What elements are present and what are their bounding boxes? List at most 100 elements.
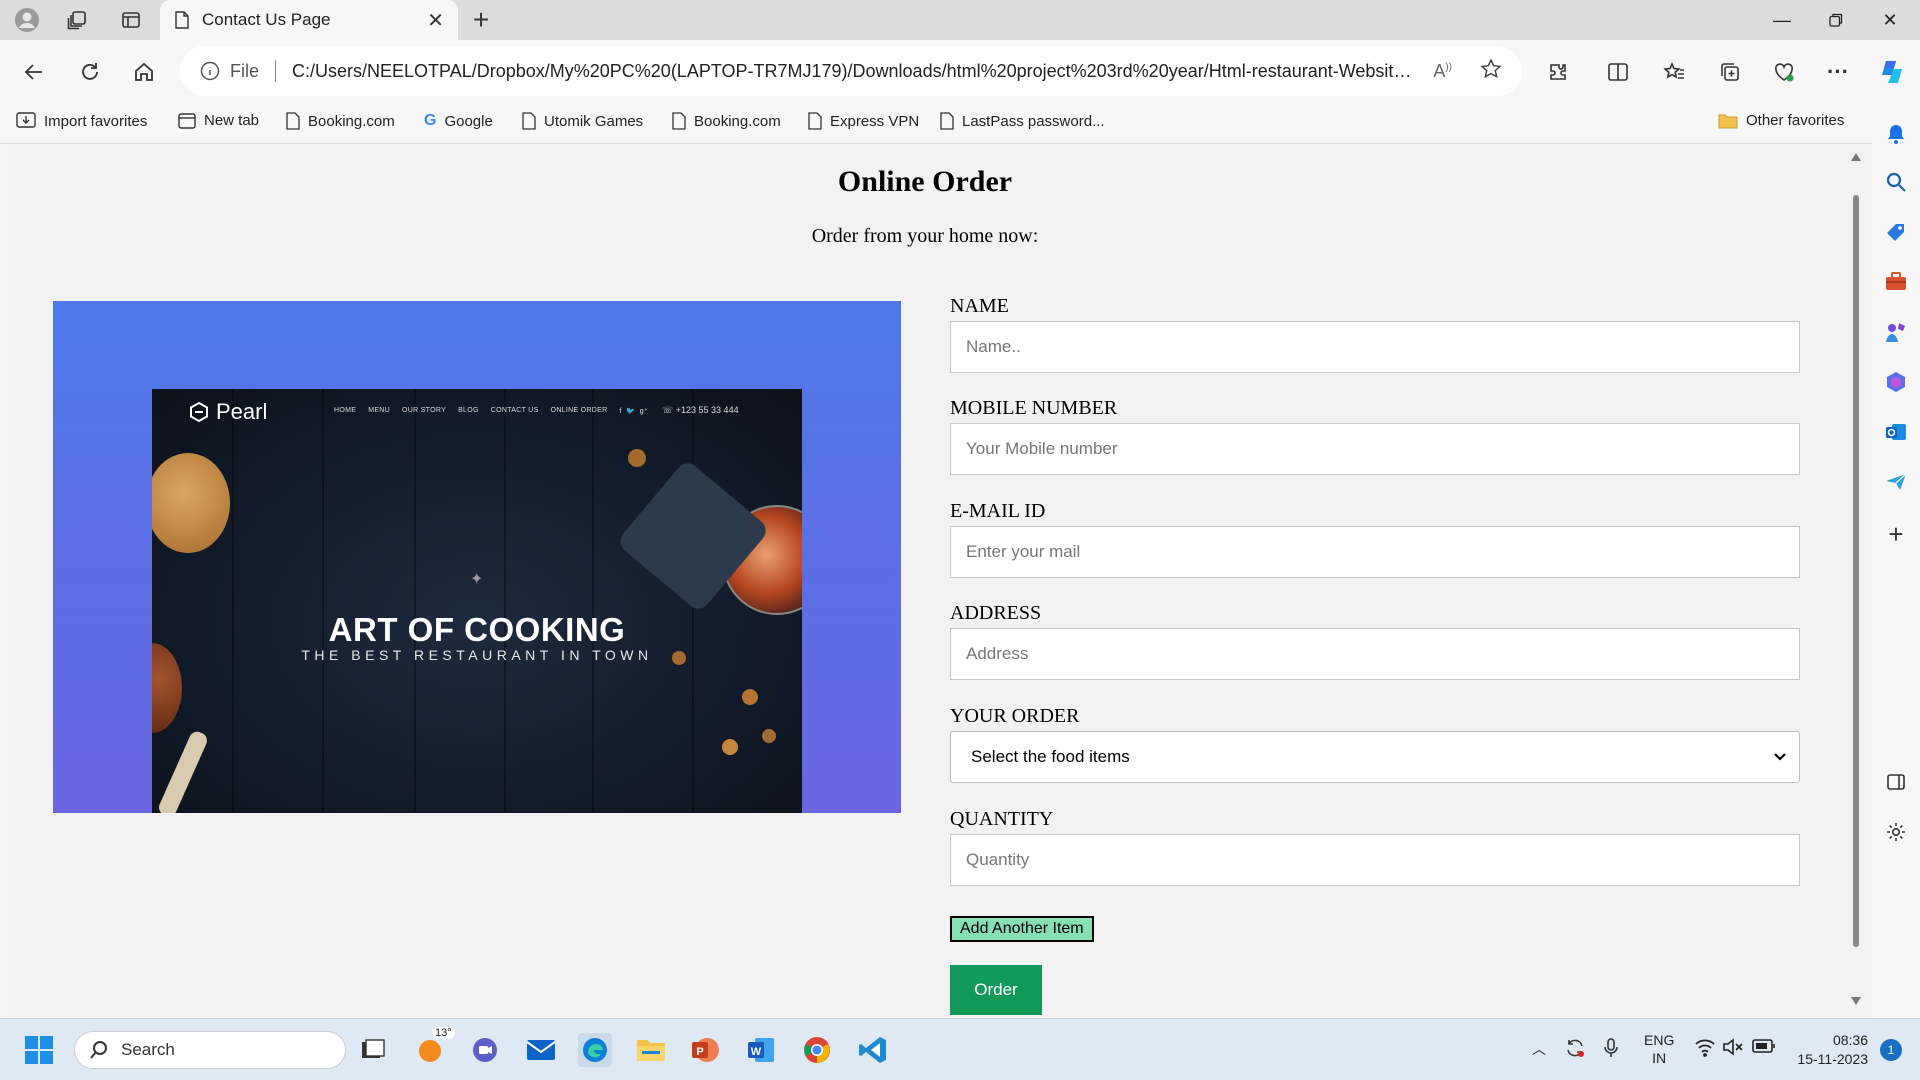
home-icon[interactable] xyxy=(124,52,164,92)
restore-icon[interactable] xyxy=(1806,0,1866,40)
bookmark-import-favorites[interactable]: Import favorites xyxy=(16,112,147,130)
tools-icon[interactable] xyxy=(1880,266,1912,298)
bookmark-lastpass[interactable]: LastPass password... xyxy=(940,112,1105,130)
address-input[interactable] xyxy=(950,628,1800,680)
acorn-image xyxy=(762,729,776,743)
chrome-icon[interactable] xyxy=(800,1033,834,1067)
add-another-item-button[interactable]: Add Another Item xyxy=(950,916,1094,942)
bookmark-utomik[interactable]: Utomik Games xyxy=(522,112,643,130)
bookmarks-bar: Import favorites New tab Booking.com G G… xyxy=(0,102,1920,144)
outlook-icon[interactable] xyxy=(1880,416,1912,448)
scroll-down-icon[interactable] xyxy=(1851,997,1861,1005)
food-select[interactable]: Select the food items xyxy=(950,731,1800,783)
page-subtitle: Order from your home now: xyxy=(811,225,1039,247)
tab-title: Contact Us Page xyxy=(202,10,331,29)
sync-icon[interactable] xyxy=(1564,1037,1586,1062)
navigation-bar: File C:/Users/NEELOTPAL/Dropbox/My%20PC%… xyxy=(0,40,1920,102)
workspaces-icon[interactable] xyxy=(62,6,92,34)
page-icon xyxy=(672,112,686,130)
task-view-icon[interactable] xyxy=(356,1033,390,1067)
word-icon[interactable]: W xyxy=(744,1033,778,1067)
edge-icon[interactable] xyxy=(578,1033,612,1067)
hero-logo: Pearl xyxy=(188,399,267,425)
bookmark-booking-2[interactable]: Booking.com xyxy=(672,112,781,130)
close-window-icon[interactable]: ✕ xyxy=(1860,0,1920,40)
battery-icon[interactable] xyxy=(1752,1038,1776,1057)
hero-nav-item: BLOG xyxy=(458,407,479,414)
acorn-image xyxy=(628,449,646,467)
page-icon xyxy=(522,112,536,130)
scroll-thumb[interactable] xyxy=(1853,195,1859,947)
email-input[interactable] xyxy=(950,526,1800,578)
close-tab-icon[interactable]: ✕ xyxy=(427,8,444,33)
copilot-icon[interactable] xyxy=(1872,52,1912,92)
taskbar-search[interactable]: Search xyxy=(74,1031,346,1069)
file-explorer-icon[interactable] xyxy=(634,1033,668,1067)
bookmark-google[interactable]: G Google xyxy=(424,112,493,130)
games-icon[interactable] xyxy=(1880,316,1912,348)
hero-tagline: THE BEST RESTAURANT IN TOWN xyxy=(301,647,653,663)
weather-icon[interactable]: 13° xyxy=(414,1027,455,1067)
refresh-icon[interactable] xyxy=(70,52,110,92)
volume-muted-icon[interactable] xyxy=(1722,1037,1744,1060)
address-bar[interactable]: File C:/Users/NEELOTPAL/Dropbox/My%20PC%… xyxy=(180,46,1522,96)
restaurant-image: Pearl HOME MENU OUR STORY BLOG CONTACT U… xyxy=(152,389,802,813)
extensions-icon[interactable] xyxy=(1538,52,1578,92)
mobile-input[interactable] xyxy=(950,423,1800,475)
antler-image xyxy=(156,729,210,813)
page-icon xyxy=(286,112,300,130)
teams-chat-icon[interactable] xyxy=(468,1033,502,1067)
bookmark-express-vpn[interactable]: Express VPN xyxy=(808,112,919,130)
bookmark-label: Other favorites xyxy=(1746,112,1845,129)
send-icon[interactable] xyxy=(1880,466,1912,498)
settings-gear-icon[interactable] xyxy=(1880,816,1912,848)
url-text[interactable]: C:/Users/NEELOTPAL/Dropbox/My%20PC%20(LA… xyxy=(292,61,1415,82)
taskbar-search-label: Search xyxy=(121,1040,175,1059)
bookmark-new-tab[interactable]: New tab xyxy=(178,112,259,129)
edge-sidebar: + xyxy=(1872,102,1920,1018)
page-scrollbar[interactable] xyxy=(1846,145,1866,1018)
language-indicator[interactable]: ENG IN xyxy=(1644,1031,1674,1067)
profile-icon[interactable] xyxy=(12,6,42,34)
shopping-icon[interactable] xyxy=(1880,216,1912,248)
favorite-star-icon[interactable] xyxy=(1480,57,1502,85)
powerpoint-icon[interactable]: P xyxy=(688,1033,722,1067)
active-tab[interactable]: Contact Us Page ✕ xyxy=(160,0,458,40)
cookie-image xyxy=(152,453,230,553)
minimize-icon[interactable]: — xyxy=(1752,0,1812,40)
scroll-up-icon[interactable] xyxy=(1851,153,1861,161)
bookmark-label: Booking.com xyxy=(308,112,395,130)
site-info[interactable]: File xyxy=(200,61,259,82)
bookmark-booking[interactable]: Booking.com xyxy=(286,112,395,130)
back-icon[interactable] xyxy=(14,52,54,92)
name-input[interactable] xyxy=(950,321,1800,373)
mail-icon[interactable] xyxy=(524,1033,558,1067)
favorites-icon[interactable] xyxy=(1654,52,1694,92)
social-icons: f 🐦 g⁺ xyxy=(619,408,648,415)
microphone-icon[interactable] xyxy=(1602,1037,1620,1062)
bookmark-other-favorites[interactable]: Other favorites xyxy=(1718,112,1844,129)
microsoft-365-icon[interactable] xyxy=(1880,366,1912,398)
new-tab-icon[interactable]: + xyxy=(466,4,496,35)
read-aloud-icon[interactable]: A)) xyxy=(1433,61,1452,82)
more-options-icon[interactable]: ··· xyxy=(1818,52,1858,92)
collections-icon[interactable] xyxy=(1710,52,1750,92)
notifications-icon[interactable] xyxy=(1880,118,1912,150)
hide-sidebar-icon[interactable] xyxy=(1880,766,1912,798)
hero-phone-number: +123 55 33 444 xyxy=(675,405,739,415)
order-button[interactable]: Order xyxy=(950,965,1042,1015)
wifi-icon[interactable] xyxy=(1694,1037,1716,1060)
tab-actions-icon[interactable] xyxy=(116,6,146,34)
browser-essentials-icon[interactable] xyxy=(1764,52,1804,92)
bookmark-label: New tab xyxy=(204,112,260,129)
start-icon[interactable] xyxy=(22,1033,56,1067)
split-screen-icon[interactable] xyxy=(1598,52,1638,92)
notification-badge[interactable]: 1 xyxy=(1880,1039,1902,1061)
search-icon[interactable] xyxy=(1880,166,1912,198)
hero-nav-item: ONLINE ORDER xyxy=(550,407,608,414)
quantity-input[interactable] xyxy=(950,834,1800,886)
add-icon[interactable]: + xyxy=(1880,518,1912,550)
show-hidden-icons[interactable]: ︿ xyxy=(1532,1039,1546,1059)
vscode-icon[interactable] xyxy=(856,1033,890,1067)
clock[interactable]: 08:36 15-11-2023 xyxy=(1792,1031,1868,1069)
